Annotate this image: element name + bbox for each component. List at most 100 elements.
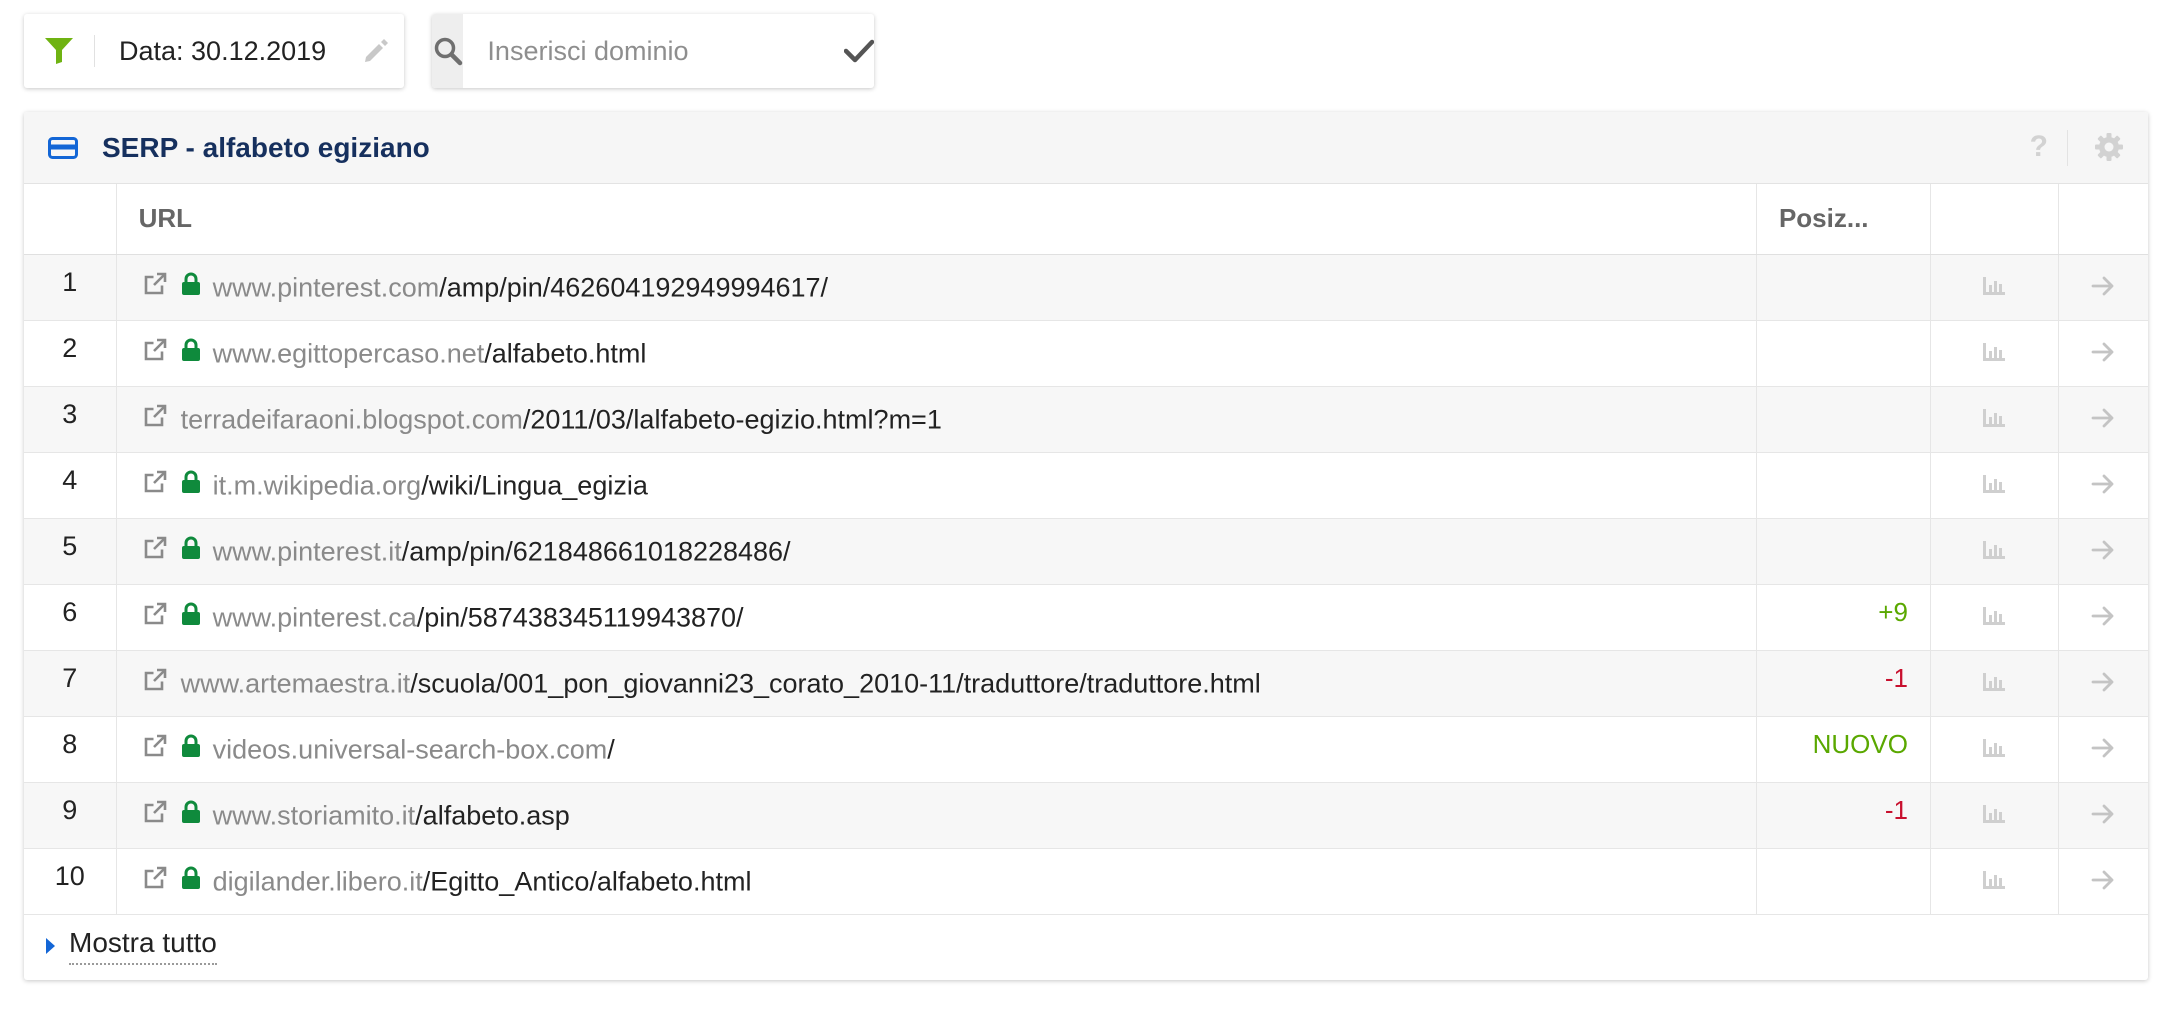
arrow-right-icon[interactable] <box>2058 716 2148 783</box>
table-row: 4 it.m.wikipedia.org/wiki/Lingua_egizia <box>24 452 2148 519</box>
arrow-right-icon[interactable] <box>2058 518 2148 585</box>
search-icon[interactable] <box>432 14 464 88</box>
url-domain[interactable]: www.storiamito.it <box>213 800 416 830</box>
position-change: +9 <box>1756 584 1931 651</box>
help-icon[interactable]: ? <box>2030 130 2048 164</box>
url-domain[interactable]: www.pinterest.it <box>213 536 402 566</box>
bar-chart-icon[interactable] <box>1930 518 2059 585</box>
url-cell: videos.universal-search-box.com/ <box>116 716 1757 783</box>
bar-chart-icon[interactable] <box>1930 584 2059 651</box>
table-row: 9 www.storiamito.it/alfabeto.asp -1 <box>24 782 2148 849</box>
url-cell: it.m.wikipedia.org/wiki/Lingua_egizia <box>116 452 1757 519</box>
domain-input[interactable] <box>463 13 844 89</box>
panel-title: SERP - alfabeto egiziano <box>102 131 430 163</box>
date-filter[interactable]: Data: 30.12.2019 <box>24 14 404 88</box>
arrow-right-icon[interactable] <box>2058 320 2148 387</box>
url-domain[interactable]: www.artemaestra.it <box>181 668 411 698</box>
url-path[interactable]: / <box>607 734 615 764</box>
lock-icon <box>181 734 201 765</box>
external-link-icon[interactable] <box>143 536 167 567</box>
bar-chart-icon[interactable] <box>1930 320 2059 387</box>
arrow-right-icon[interactable] <box>2058 386 2148 453</box>
url-cell: www.pinterest.com/amp/pin/46260419294999… <box>116 254 1757 321</box>
url-path[interactable]: /wiki/Lingua_egizia <box>421 470 648 500</box>
external-link-icon[interactable] <box>143 602 167 633</box>
url-path[interactable]: /amp/pin/462604192949994617/ <box>439 272 828 302</box>
bar-chart-icon[interactable] <box>1930 452 2059 519</box>
bar-chart-icon[interactable] <box>1930 848 2059 915</box>
column-header-position[interactable]: Posiz... <box>1756 184 1931 255</box>
url-domain[interactable]: www.pinterest.com <box>213 272 440 302</box>
external-link-icon[interactable] <box>143 338 167 369</box>
rank-number: 7 <box>24 650 117 717</box>
url-path[interactable]: /alfabeto.asp <box>415 800 570 830</box>
rank-number: 2 <box>24 320 117 387</box>
url-path[interactable]: /2011/03/lalfabeto-egizio.html?m=1 <box>523 404 942 434</box>
rank-number: 8 <box>24 716 117 783</box>
external-link-icon[interactable] <box>143 404 167 435</box>
pencil-icon[interactable] <box>348 38 404 64</box>
url-domain[interactable]: terradeifaraoni.blogspot.com <box>181 404 523 434</box>
external-link-icon[interactable] <box>143 866 167 897</box>
url-cell: www.storiamito.it/alfabeto.asp <box>116 782 1757 849</box>
bar-chart-icon[interactable] <box>1930 650 2059 717</box>
url-domain[interactable]: it.m.wikipedia.org <box>213 470 422 500</box>
url-path[interactable]: /pin/587438345119943870/ <box>417 602 744 632</box>
url-domain[interactable]: www.pinterest.ca <box>213 602 417 632</box>
table-row: 8 videos.universal-search-box.com/NUOVO <box>24 716 2148 783</box>
bar-chart-icon[interactable] <box>1930 716 2059 783</box>
panel-header: SERP - alfabeto egiziano ? <box>24 112 2148 184</box>
header-divider <box>2067 130 2068 166</box>
serp-panel: SERP - alfabeto egiziano ? URL Posiz... … <box>24 112 2148 980</box>
domain-search <box>432 13 874 89</box>
url-path[interactable]: /amp/pin/621848661018228486/ <box>402 536 791 566</box>
position-change: -1 <box>1756 782 1931 849</box>
serp-icon <box>48 136 78 159</box>
arrow-right-icon[interactable] <box>2058 452 2148 519</box>
rank-number: 3 <box>24 386 117 453</box>
position-change <box>1756 452 1931 519</box>
arrow-right-icon[interactable] <box>2058 848 2148 915</box>
column-header-chart <box>1930 184 2059 255</box>
lock-icon <box>181 866 201 897</box>
url-cell: terradeifaraoni.blogspot.com/2011/03/lal… <box>116 386 1757 453</box>
column-header-url[interactable]: URL <box>116 184 1757 255</box>
url-cell: www.pinterest.it/amp/pin/621848661018228… <box>116 518 1757 585</box>
external-link-icon[interactable] <box>143 800 167 831</box>
bar-chart-icon[interactable] <box>1930 782 2059 849</box>
position-change <box>1756 254 1931 321</box>
bar-chart-icon[interactable] <box>1930 254 2059 321</box>
position-change <box>1756 518 1931 585</box>
bar-chart-icon[interactable] <box>1930 386 2059 453</box>
gear-icon[interactable] <box>2094 132 2124 167</box>
url-domain[interactable]: www.egittopercaso.net <box>213 338 485 368</box>
table-row: 7 www.artemaestra.it/scuola/001_pon_giova… <box>24 650 2148 717</box>
url-path[interactable]: /alfabeto.html <box>484 338 646 368</box>
url-path[interactable]: /Egitto_Antico/alfabeto.html <box>423 866 752 896</box>
external-link-icon[interactable] <box>143 470 167 501</box>
url-path[interactable]: /scuola/001_pon_giovanni23_corato_2010-1… <box>410 668 1261 698</box>
arrow-right-icon[interactable] <box>2058 782 2148 849</box>
external-link-icon[interactable] <box>143 734 167 765</box>
external-link-icon[interactable] <box>143 272 167 303</box>
position-change: NUOVO <box>1756 716 1931 783</box>
check-icon[interactable] <box>843 39 874 63</box>
table-row: 10 digilander.libero.it/Egitto_Antico/alf… <box>24 848 2148 915</box>
rank-number: 9 <box>24 782 117 849</box>
table-header-row: URL Posiz... <box>24 184 2148 255</box>
url-cell: www.pinterest.ca/pin/587438345119943870/ <box>116 584 1757 651</box>
url-cell: digilander.libero.it/Egitto_Antico/alfab… <box>116 848 1757 915</box>
rank-number: 6 <box>24 584 117 651</box>
external-link-icon[interactable] <box>143 668 167 699</box>
arrow-right-icon[interactable] <box>2058 254 2148 321</box>
lock-icon <box>181 338 201 369</box>
arrow-right-icon[interactable] <box>2058 650 2148 717</box>
url-cell: www.egittopercaso.net/alfabeto.html <box>116 320 1757 387</box>
position-change: -1 <box>1756 650 1931 717</box>
url-domain[interactable]: digilander.libero.it <box>213 866 423 896</box>
show-all-toggle[interactable]: Mostra tutto <box>42 922 217 970</box>
date-label: Data: 30.12.2019 <box>119 35 327 66</box>
url-domain[interactable]: videos.universal-search-box.com <box>213 734 608 764</box>
filter-icon[interactable] <box>24 14 94 88</box>
arrow-right-icon[interactable] <box>2058 584 2148 651</box>
